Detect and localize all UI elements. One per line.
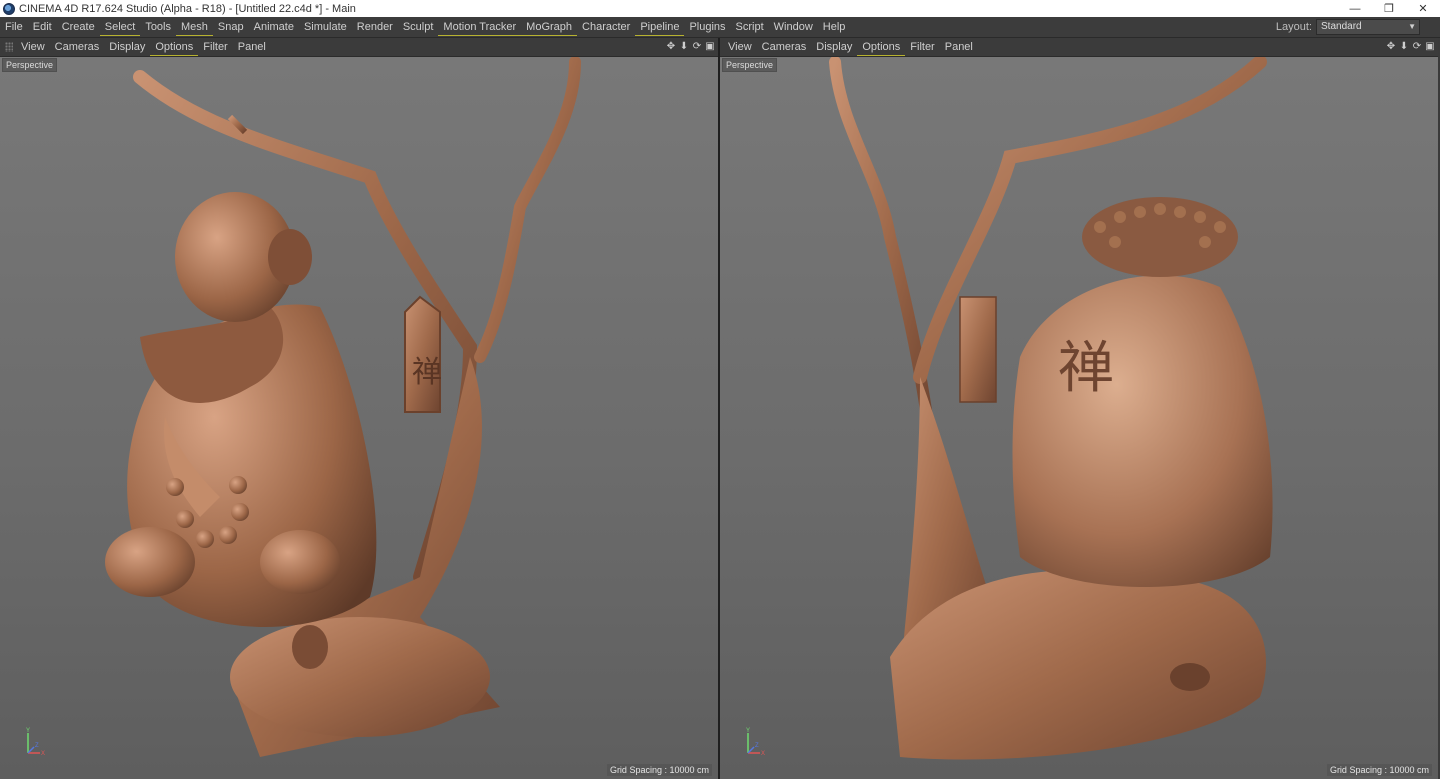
layout-label: Layout: [1275,20,1312,33]
menu-motion-tracker[interactable]: Motion Tracker [438,18,522,36]
viewport-left: View Cameras Display Options Filter Pane… [0,38,718,779]
statue-front-view: 禅 [105,57,581,757]
menu-create[interactable]: Create [57,18,100,36]
menu-help[interactable]: Help [818,18,851,36]
rotate-icon[interactable]: ⟳ [691,39,703,54]
minimize-button[interactable]: — [1338,0,1372,17]
drag-grip-icon[interactable] [5,42,13,52]
menu-mograph[interactable]: MoGraph [521,18,578,36]
main-menu-bar: File Edit Create Select Tools Mesh Snap … [0,17,1440,38]
menu-animate[interactable]: Animate [249,18,299,36]
viewport-right-toolbar: View Cameras Display Options Filter Pane… [720,38,1438,57]
menu-plugins[interactable]: Plugins [684,18,730,36]
menu-tools[interactable]: Tools [140,18,176,36]
camera-label: Perspective [722,58,778,72]
svg-text:Y: Y [746,728,750,734]
menu-sculpt[interactable]: Sculpt [398,18,439,36]
down-arrow-icon[interactable]: ⬇ [678,39,690,54]
move-icon[interactable]: ✥ [665,39,677,54]
viewport-left-toolbar: View Cameras Display Options Filter Pane… [0,38,718,57]
title-bar: CINEMA 4D R17.624 Studio (Alpha - R18) -… [0,0,1440,17]
menu-edit[interactable]: Edit [28,18,57,36]
menu-file[interactable]: File [0,18,28,36]
maximize-icon[interactable]: ▣ [1424,39,1436,54]
menu-simulate[interactable]: Simulate [299,18,352,36]
rotate-icon[interactable]: ⟳ [1411,39,1423,54]
menu-snap[interactable]: Snap [213,18,249,36]
viewport-left-canvas[interactable]: 禅 Perspective Y X Z Grid Spacing: 10000… [0,57,718,779]
viewport-menu-panel[interactable]: Panel [233,39,271,56]
viewport-menu-options[interactable]: Options [857,39,906,56]
chevron-down-icon: ▼ [1408,21,1416,31]
svg-text:Z: Z [755,743,759,749]
viewport-menu-display[interactable]: Display [104,39,150,56]
layout-dropdown[interactable]: Standard ▼ [1316,18,1420,35]
maximize-icon[interactable]: ▣ [704,39,716,54]
robe-glyph: 禅 [1058,336,1114,401]
viewport-menu-filter[interactable]: Filter [198,39,232,56]
viewport-menu-cameras[interactable]: Cameras [50,39,105,56]
down-arrow-icon[interactable]: ⬇ [1398,39,1410,54]
menu-script[interactable]: Script [731,18,769,36]
move-icon[interactable]: ✥ [1385,39,1397,54]
viewport-menu-filter[interactable]: Filter [905,39,939,56]
svg-text:X: X [41,751,45,757]
viewport-right: View Cameras Display Options Filter Pane… [720,38,1438,779]
menu-render[interactable]: Render [352,18,398,36]
restore-button[interactable]: ❐ [1372,0,1406,17]
statue-back-view: 禅 [829,57,1273,760]
svg-text:Y: Y [26,728,30,734]
viewport-right-canvas[interactable]: 禅 Perspective Y X Z Grid Spacing : 10000… [720,57,1438,779]
viewport-menu-cameras[interactable]: Cameras [757,39,812,56]
svg-text:X: X [761,751,765,757]
menu-select[interactable]: Select [99,18,141,36]
window-title: CINEMA 4D R17.624 Studio (Alpha - R18) -… [19,2,356,15]
tag-glyph: 禅 [412,355,442,390]
viewport-menu-view[interactable]: View [723,39,757,56]
grid-spacing-label: Grid Spacing : 10000 cm [1326,764,1432,776]
close-button[interactable]: ✕ [1406,0,1440,17]
axis-gizmo-icon: Y X Z [26,728,45,757]
viewport-menu-panel[interactable]: Panel [940,39,978,56]
menu-mesh[interactable]: Mesh [176,18,213,36]
viewport-menu-display[interactable]: Display [811,39,857,56]
axis-gizmo-icon: Y X Z [746,728,765,757]
svg-text:Z: Z [35,743,39,749]
menu-window[interactable]: Window [769,18,818,36]
menu-character[interactable]: Character [577,18,635,36]
layout-value: Standard [1321,20,1362,32]
cinema4d-logo-icon [3,2,15,15]
camera-label: Perspective [2,58,58,72]
viewport-menu-view[interactable]: View [16,39,50,56]
layout-selector: Layout: Standard ▼ [1276,17,1420,36]
menu-pipeline[interactable]: Pipeline [635,18,685,36]
grid-spacing-label: Grid Spacing : 10000 cm [606,764,712,776]
viewport-menu-options[interactable]: Options [150,39,199,56]
